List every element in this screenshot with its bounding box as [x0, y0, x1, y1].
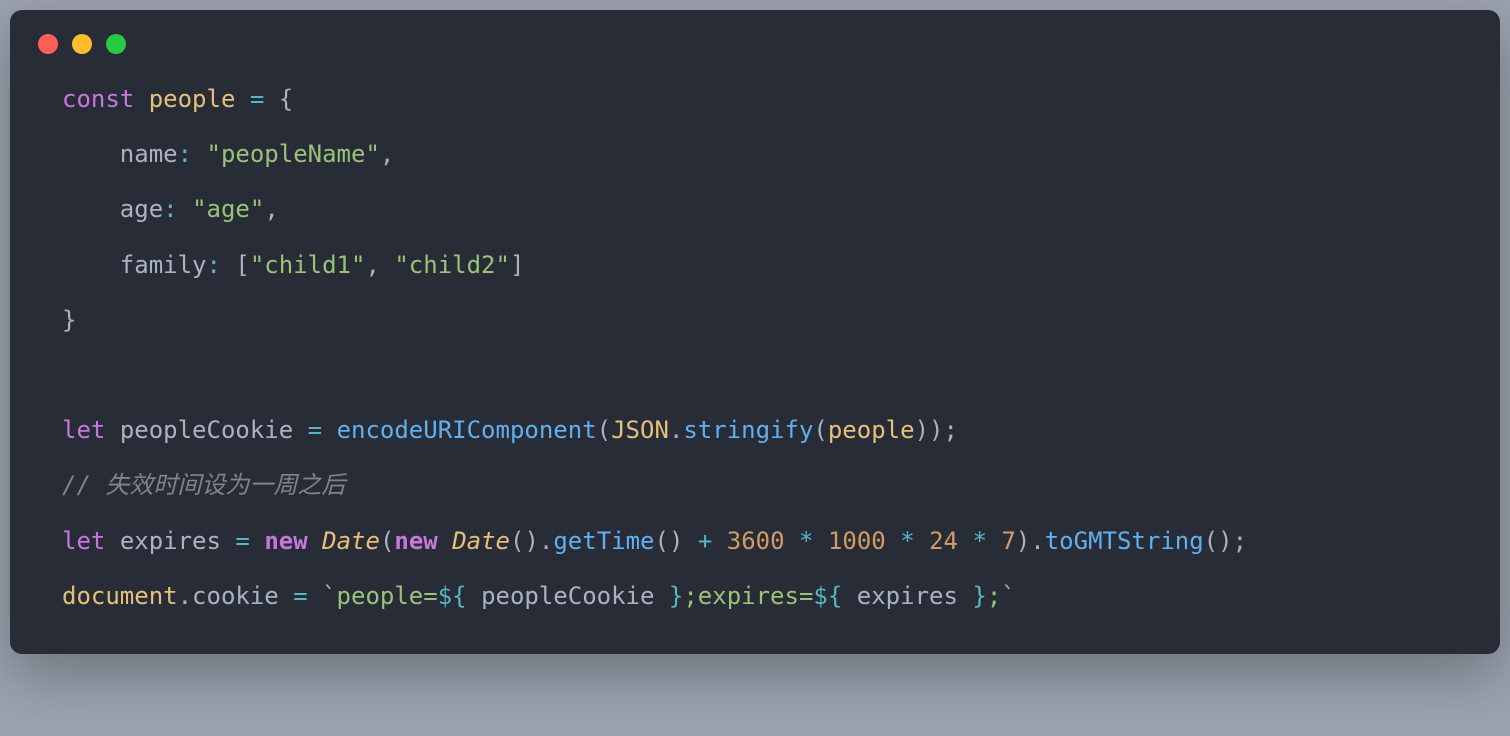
- paren-close: ): [524, 527, 538, 555]
- colon: :: [207, 251, 221, 279]
- interp-close: }: [654, 582, 683, 610]
- template-open: `people=: [322, 582, 438, 610]
- operator-mul: *: [799, 527, 813, 555]
- operator-equals: =: [293, 582, 307, 610]
- interp-open: ${: [813, 582, 856, 610]
- dot: .: [1030, 527, 1044, 555]
- semicolon: ;: [1233, 527, 1247, 555]
- keyword-let: let: [62, 416, 105, 444]
- func-encodeuricomponent: encodeURIComponent: [337, 416, 597, 444]
- operator-mul: *: [972, 527, 986, 555]
- interp-open: ${: [438, 582, 481, 610]
- comma: ,: [365, 251, 379, 279]
- arg-people: people: [828, 416, 915, 444]
- code-window: const people = { name: "peopleName", age…: [10, 10, 1500, 654]
- func-stringify: stringify: [683, 416, 813, 444]
- window-titlebar: [10, 34, 1500, 72]
- brace-close: }: [62, 306, 76, 334]
- code-line-7: let peopleCookie = encodeURIComponent(JS…: [62, 416, 958, 444]
- var-people: people: [149, 85, 236, 113]
- minimize-icon[interactable]: [72, 34, 92, 54]
- var-document: document: [62, 582, 178, 610]
- bracket-close: ]: [510, 251, 524, 279]
- template-end: ;`: [987, 582, 1016, 610]
- string-age: "age": [192, 195, 264, 223]
- func-togmtstring: toGMTString: [1045, 527, 1204, 555]
- code-line-1: const people = {: [62, 85, 293, 113]
- template-mid: ;expires=: [683, 582, 813, 610]
- operator-equals: =: [308, 416, 322, 444]
- interp-close: }: [958, 582, 987, 610]
- var-json: JSON: [611, 416, 669, 444]
- paren-open: (: [1204, 527, 1218, 555]
- code-line-2: name: "peopleName",: [62, 140, 394, 168]
- code-line-4: family: ["child1", "child2"]: [62, 251, 524, 279]
- operator-equals: =: [235, 527, 249, 555]
- maximize-icon[interactable]: [106, 34, 126, 54]
- code-line-9: let expires = new Date(new Date().getTim…: [62, 527, 1247, 555]
- dot: .: [539, 527, 553, 555]
- code-line-8: // 失效时间设为一周之后: [62, 471, 345, 499]
- operator-equals: =: [250, 85, 264, 113]
- indent: [62, 195, 120, 223]
- keyword-let: let: [62, 527, 105, 555]
- brace-open: {: [279, 85, 293, 113]
- colon: :: [178, 140, 192, 168]
- paren-close: ): [1016, 527, 1030, 555]
- number-3600: 3600: [727, 527, 785, 555]
- interp-var-peoplecookie: peopleCookie: [481, 582, 654, 610]
- comma: ,: [380, 140, 394, 168]
- operator-plus: +: [698, 527, 712, 555]
- class-date: Date: [322, 527, 380, 555]
- code-block: const people = { name: "peopleName", age…: [10, 72, 1500, 624]
- var-expires: expires: [120, 527, 221, 555]
- number-1000: 1000: [828, 527, 886, 555]
- keyword-new: new: [264, 527, 307, 555]
- paren-open: (: [655, 527, 669, 555]
- number-24: 24: [929, 527, 958, 555]
- string-child2: "child2": [394, 251, 510, 279]
- paren-open: (: [380, 527, 394, 555]
- var-peoplecookie: peopleCookie: [120, 416, 293, 444]
- paren-open: (: [510, 527, 524, 555]
- paren-open: (: [813, 416, 827, 444]
- number-7: 7: [1001, 527, 1015, 555]
- prop-family: family: [120, 251, 207, 279]
- class-date: Date: [452, 527, 510, 555]
- code-line-5: }: [62, 306, 76, 334]
- comment: // 失效时间设为一周之后: [62, 471, 345, 499]
- dot: .: [178, 582, 192, 610]
- paren-close: ): [1218, 527, 1232, 555]
- operator-mul: *: [900, 527, 914, 555]
- func-gettime: getTime: [553, 527, 654, 555]
- comma: ,: [264, 195, 278, 223]
- close-icon[interactable]: [38, 34, 58, 54]
- prop-age: age: [120, 195, 163, 223]
- indent: [62, 140, 120, 168]
- indent: [62, 251, 120, 279]
- interp-var-expires: expires: [857, 582, 958, 610]
- prop-cookie: cookie: [192, 582, 279, 610]
- string-peoplename: "peopleName": [207, 140, 380, 168]
- prop-name: name: [120, 140, 178, 168]
- colon: :: [163, 195, 177, 223]
- paren-close: ): [669, 527, 683, 555]
- code-line-3: age: "age",: [62, 195, 279, 223]
- keyword-const: const: [62, 85, 134, 113]
- code-line-10: document.cookie = `people=${ peopleCooki…: [62, 582, 1016, 610]
- semicolon: ;: [943, 416, 957, 444]
- keyword-new: new: [394, 527, 437, 555]
- paren-close: ): [929, 416, 943, 444]
- dot: .: [669, 416, 683, 444]
- string-child1: "child1": [250, 251, 366, 279]
- paren-open: (: [597, 416, 611, 444]
- bracket-open: [: [235, 251, 249, 279]
- paren-close: ): [915, 416, 929, 444]
